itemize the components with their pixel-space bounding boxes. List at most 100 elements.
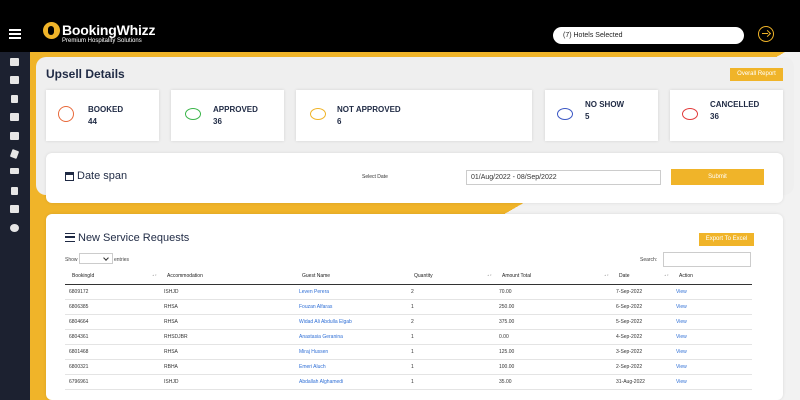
quantity: 1 bbox=[407, 359, 495, 375]
stat-card-not-approved: NOT APPROVED 6 bbox=[296, 90, 532, 141]
export-excel-button[interactable]: Export To Excel bbox=[699, 233, 754, 246]
booking-id: 6800321 bbox=[65, 359, 160, 375]
not-approved-icon bbox=[310, 108, 326, 120]
guest-name-link[interactable]: Abdallah Alghamedi bbox=[295, 374, 407, 390]
quantity: 1 bbox=[407, 299, 495, 315]
booking-id: 6806385 bbox=[65, 299, 160, 315]
guest-name-link[interactable]: Leven Perera bbox=[295, 284, 407, 300]
page-title: Upsell Details bbox=[46, 67, 125, 81]
group-icon[interactable] bbox=[10, 205, 19, 213]
date: 3-Sep-2022 bbox=[612, 344, 672, 360]
hotel-selector[interactable]: (7) Hotels Selected bbox=[553, 27, 744, 44]
accent-strip bbox=[30, 170, 42, 400]
column-header-accommodation[interactable]: Accommodation bbox=[160, 268, 295, 285]
column-header-quantity[interactable]: Quantity bbox=[407, 268, 495, 285]
no-show-icon bbox=[557, 108, 573, 120]
document-icon[interactable] bbox=[11, 95, 18, 103]
logout-icon[interactable] bbox=[758, 26, 774, 42]
guest-name-link[interactable]: Miraj Hussen bbox=[295, 344, 407, 360]
accommodation: ISHJD bbox=[160, 284, 295, 300]
view-link[interactable]: View bbox=[672, 359, 752, 375]
view-link[interactable]: View bbox=[672, 329, 752, 345]
booking-id: 6796961 bbox=[65, 374, 160, 390]
chart-icon[interactable] bbox=[10, 113, 19, 121]
search-input[interactable] bbox=[663, 252, 751, 267]
stat-value: 6 bbox=[337, 117, 342, 126]
amount-total: 250.00 bbox=[495, 299, 612, 315]
stat-card-no-show: NO SHOW 5 bbox=[545, 90, 658, 141]
booking-id: 6804664 bbox=[65, 314, 160, 330]
team-icon[interactable] bbox=[10, 76, 19, 84]
column-header-date[interactable]: Date bbox=[612, 268, 672, 285]
accommodation: RHSA bbox=[160, 299, 295, 315]
guest-name-link[interactable]: Anastasia Geranina bbox=[295, 329, 407, 345]
booking-id: 6809172 bbox=[65, 284, 160, 300]
logo-icon bbox=[43, 22, 60, 39]
view-link[interactable]: View bbox=[672, 374, 752, 390]
stat-card-approved: APPROVED 36 bbox=[171, 90, 284, 141]
guest-name-link[interactable]: Fouzan Alfaras bbox=[295, 299, 407, 315]
date-span-title: Date span bbox=[77, 170, 128, 182]
view-link[interactable]: View bbox=[672, 284, 752, 300]
date: 31-Aug-2022 bbox=[612, 374, 672, 390]
table-row: 6801468 RHSA Miraj Hussen 1 125.00 3-Sep… bbox=[65, 344, 752, 360]
quantity: 2 bbox=[407, 314, 495, 330]
table-header-row: BookingId Accommodation Guest Name Quant… bbox=[65, 268, 752, 285]
amount-total: 70.00 bbox=[495, 284, 612, 300]
stat-value: 44 bbox=[88, 117, 97, 126]
stat-label: NO SHOW bbox=[585, 100, 625, 109]
brand-name: BookingWhizz bbox=[62, 22, 156, 38]
entries-label: entries bbox=[114, 257, 130, 263]
column-header-action: Action bbox=[672, 268, 752, 285]
menu-icon[interactable] bbox=[9, 29, 21, 39]
show-label: Show bbox=[65, 257, 78, 263]
date: 6-Sep-2022 bbox=[612, 299, 672, 315]
view-link[interactable]: View bbox=[672, 314, 752, 330]
column-header-guest-name[interactable]: Guest Name bbox=[295, 268, 407, 285]
amount-total: 100.00 bbox=[495, 359, 612, 375]
stat-value: 5 bbox=[585, 112, 590, 121]
filter-icon[interactable] bbox=[11, 187, 18, 195]
guest-name-link[interactable]: Widad Ali Abdulla Elgab bbox=[295, 314, 407, 330]
table-row: 6800321 RBHA Emeri Aluch 1 100.00 2-Sep-… bbox=[65, 359, 752, 375]
whatsapp-icon[interactable] bbox=[10, 224, 19, 232]
cancelled-icon bbox=[682, 108, 698, 120]
service-requests-title: New Service Requests bbox=[78, 232, 190, 244]
checkbox-icon[interactable] bbox=[10, 132, 19, 140]
booking-id: 6801468 bbox=[65, 344, 160, 360]
column-header-bookingid[interactable]: BookingId bbox=[65, 268, 160, 285]
sidebar bbox=[0, 52, 30, 400]
date: 4-Sep-2022 bbox=[612, 329, 672, 345]
stat-label: NOT APPROVED bbox=[337, 105, 401, 114]
date: 7-Sep-2022 bbox=[612, 284, 672, 300]
home-icon[interactable] bbox=[10, 58, 19, 66]
overall-report-button[interactable]: Overall Report bbox=[730, 68, 783, 81]
view-link[interactable]: View bbox=[672, 299, 752, 315]
amount-total: 375.00 bbox=[495, 314, 612, 330]
accommodation: RHSA bbox=[160, 314, 295, 330]
submit-button[interactable]: Submit bbox=[671, 169, 764, 185]
amount-total: 0.00 bbox=[495, 329, 612, 345]
table-row: 6804664 RHSA Widad Ali Abdulla Elgab 2 3… bbox=[65, 314, 752, 330]
column-header-amount-total[interactable]: Amount Total bbox=[495, 268, 612, 285]
stat-card-cancelled: CANCELLED 36 bbox=[670, 90, 783, 141]
accommodation: RHSDJBR bbox=[160, 329, 295, 345]
stat-label: APPROVED bbox=[213, 105, 258, 114]
date: 5-Sep-2022 bbox=[612, 314, 672, 330]
line-chart-icon[interactable] bbox=[10, 168, 19, 174]
stat-card-booked: BOOKED 44 bbox=[46, 90, 159, 141]
quantity: 1 bbox=[407, 329, 495, 345]
quantity: 2 bbox=[407, 284, 495, 300]
date-range-input[interactable]: 01/Aug/2022 - 08/Sep/2022 bbox=[466, 170, 661, 185]
accommodation: RBHA bbox=[160, 359, 295, 375]
amount-total: 125.00 bbox=[495, 344, 612, 360]
amount-total: 35.00 bbox=[495, 374, 612, 390]
guest-name-link[interactable]: Emeri Aluch bbox=[295, 359, 407, 375]
table-row: 6796961 ISHJD Abdallah Alghamedi 1 35.00… bbox=[65, 374, 752, 390]
stat-value: 36 bbox=[213, 117, 222, 126]
date: 2-Sep-2022 bbox=[612, 359, 672, 375]
send-icon[interactable] bbox=[9, 149, 20, 159]
quantity: 1 bbox=[407, 344, 495, 360]
table-row: 6809172 ISHJD Leven Perera 2 70.00 7-Sep… bbox=[65, 284, 752, 300]
view-link[interactable]: View bbox=[672, 344, 752, 360]
